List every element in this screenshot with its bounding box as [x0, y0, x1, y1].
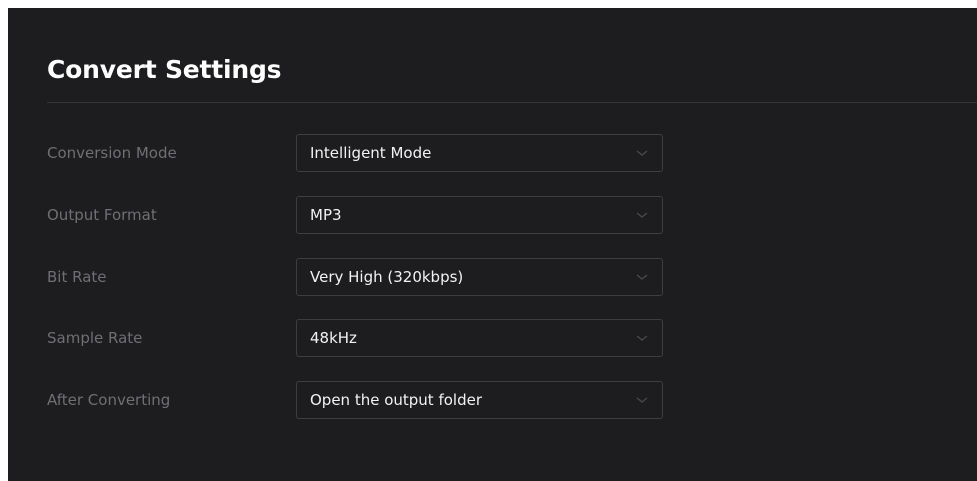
after-converting-label: After Converting [47, 391, 171, 409]
bit-rate-select[interactable]: Very High (320kbps) [296, 258, 663, 296]
sample-rate-select[interactable]: 48kHz [296, 319, 663, 357]
setting-row-conversion-mode: Conversion Mode Intelligent Mode [8, 134, 977, 172]
after-converting-value: Open the output folder [310, 391, 483, 409]
chevron-down-icon [636, 333, 648, 343]
conversion-mode-value: Intelligent Mode [310, 144, 432, 162]
output-format-value: MP3 [310, 206, 342, 224]
after-converting-select[interactable]: Open the output folder [296, 381, 663, 419]
chevron-down-icon [636, 210, 648, 220]
sample-rate-label: Sample Rate [47, 329, 143, 347]
title-divider [47, 102, 977, 103]
bit-rate-value: Very High (320kbps) [310, 268, 464, 286]
setting-row-after-converting: After Converting Open the output folder [8, 381, 977, 419]
chevron-down-icon [636, 395, 648, 405]
bit-rate-label: Bit Rate [47, 268, 107, 286]
sample-rate-value: 48kHz [310, 329, 357, 347]
setting-row-bit-rate: Bit Rate Very High (320kbps) [8, 258, 977, 296]
conversion-mode-label: Conversion Mode [47, 144, 177, 162]
conversion-mode-select[interactable]: Intelligent Mode [296, 134, 663, 172]
setting-row-output-format: Output Format MP3 [8, 196, 977, 234]
output-format-label: Output Format [47, 206, 157, 224]
chevron-down-icon [636, 272, 648, 282]
setting-row-sample-rate: Sample Rate 48kHz [8, 319, 977, 357]
chevron-down-icon [636, 148, 648, 158]
convert-settings-panel: Convert Settings Conversion Mode Intelli… [8, 8, 977, 481]
page-title: Convert Settings [47, 55, 282, 84]
output-format-select[interactable]: MP3 [296, 196, 663, 234]
